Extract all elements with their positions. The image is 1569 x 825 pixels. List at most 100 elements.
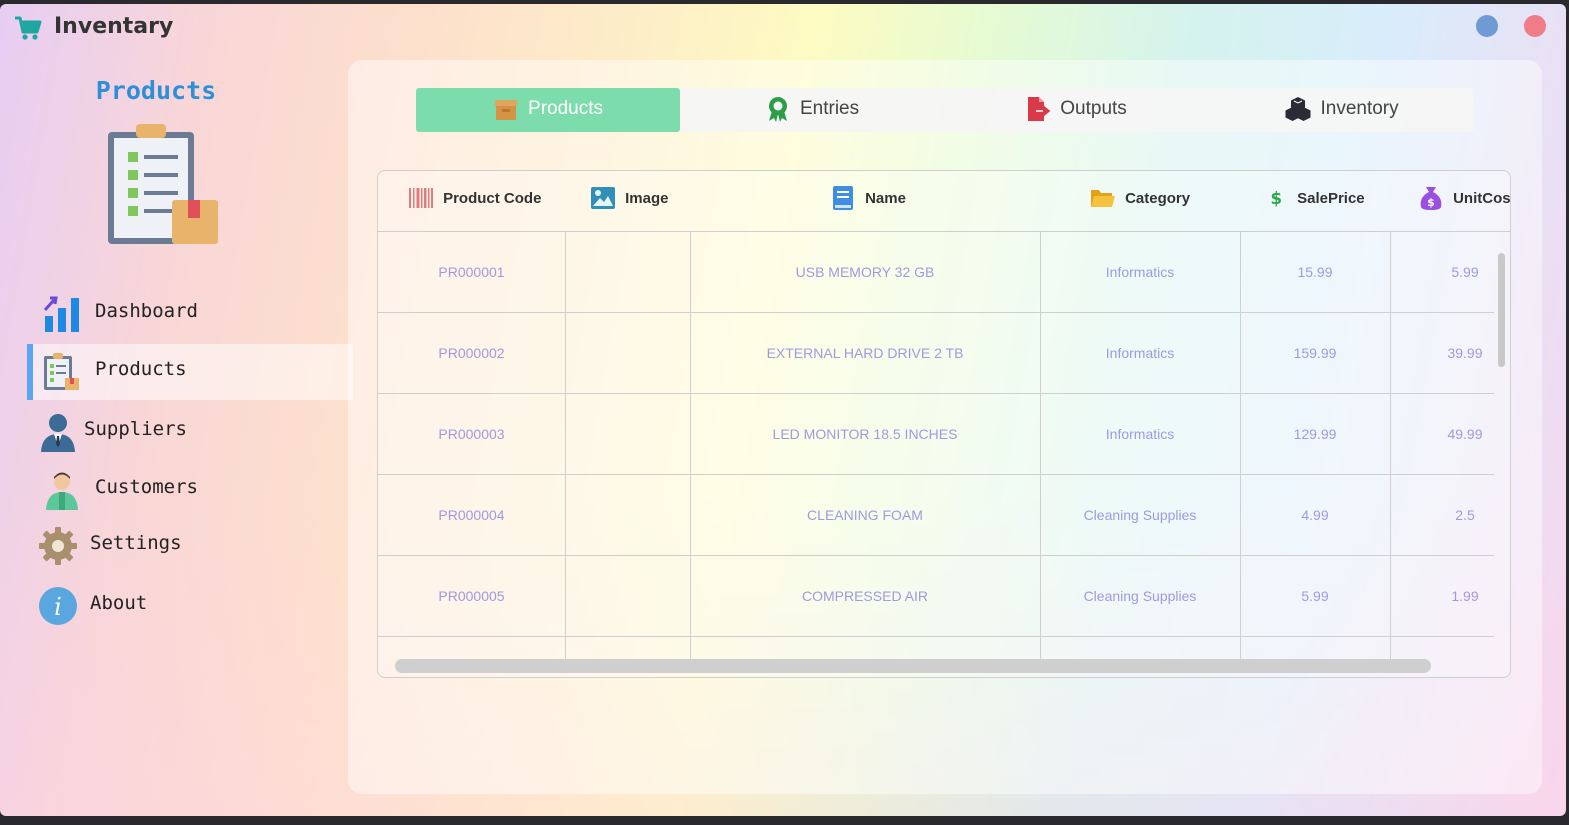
cell-product-code: PR000004: [438, 507, 505, 523]
tab-products[interactable]: Products: [416, 88, 680, 132]
cell-unit-cost: 49.99: [1447, 426, 1483, 442]
sidebar-item-label: Products: [95, 358, 187, 380]
cell-name: CLEANING FOAM: [807, 507, 923, 523]
clipboard-icon: [44, 353, 79, 390]
sidebar-item-products[interactable]: Products: [27, 344, 353, 400]
cell-unit-cost: 2.5: [1455, 507, 1475, 523]
money-bag-icon: $: [1420, 187, 1442, 210]
tab-entries[interactable]: Entries: [680, 88, 944, 132]
column-header-label: Category: [1125, 189, 1191, 207]
cell-product-code: PR000002: [438, 345, 505, 361]
products-table: Product Code Image Name Category $ SaleP…: [377, 170, 1511, 678]
cell-image: [565, 556, 690, 636]
gear-icon: [39, 527, 77, 565]
sidebar-item-settings[interactable]: Settings: [28, 518, 348, 574]
tab-inventory[interactable]: Inventory: [1210, 88, 1474, 132]
column-divider: [565, 232, 566, 662]
sidebar-item-label: Customers: [95, 476, 198, 498]
column-header-saleprice[interactable]: $ SalePrice: [1270, 185, 1365, 217]
column-header-unitcost[interactable]: $ UnitCost: [1418, 185, 1511, 217]
cell-product-code: PR000003: [438, 426, 505, 442]
customer-icon: [46, 472, 78, 510]
barcode-icon: [409, 188, 433, 208]
cell-image: [565, 313, 690, 393]
tab-outputs[interactable]: Outputs: [944, 88, 1208, 132]
cell-image: [565, 475, 690, 555]
column-divider: [1390, 232, 1391, 662]
table-row[interactable]: PR000003 LED MONITOR 18.5 INCHES Informa…: [378, 394, 1494, 475]
cell-category: Informatics: [1105, 345, 1175, 361]
column-header-category[interactable]: Category: [1090, 185, 1190, 217]
cell-name: LED MONITOR 18.5 INCHES: [772, 426, 958, 442]
tab-bar: Products Entries Outputs Inventory: [416, 88, 1474, 132]
folder-icon: [1091, 190, 1115, 207]
column-header-label: SalePrice: [1297, 189, 1365, 207]
sidebar-item-label: Settings: [90, 532, 182, 554]
table-body: PR000001 USB MEMORY 32 GB Informatics 15…: [378, 232, 1494, 662]
column-header-label: Name: [865, 189, 906, 207]
shopping-cart-icon: [15, 16, 42, 40]
clipboard-illustration-icon: [108, 124, 218, 244]
minimize-button[interactable]: [1476, 15, 1498, 37]
app-window: Inventary Products Dashboard Products Su…: [0, 4, 1566, 816]
horizontal-scrollbar[interactable]: [395, 659, 1431, 673]
dollar-icon: $: [1270, 189, 1282, 208]
sidebar-item-suppliers[interactable]: Suppliers: [28, 404, 348, 460]
cell-product-code: PR000001: [438, 264, 505, 280]
award-icon: [768, 97, 787, 122]
chart-icon: [43, 296, 79, 332]
table-row[interactable]: PR000004 CLEANING FOAM Cleaning Supplies…: [378, 475, 1494, 556]
table-header: Product Code Image Name Category $ SaleP…: [378, 171, 1510, 232]
cell-category: Informatics: [1105, 264, 1175, 280]
cell-image: [565, 232, 690, 312]
cell-name: EXTERNAL HARD DRIVE 2 TB: [766, 345, 964, 361]
column-header-label: Product Code: [443, 189, 542, 207]
cell-sale-price: 4.99: [1301, 507, 1329, 523]
info-icon: i: [39, 587, 77, 625]
app-title: Inventary: [54, 14, 174, 39]
cell-unit-cost: 5.99: [1451, 264, 1479, 280]
tab-label: Outputs: [1060, 98, 1127, 119]
image-icon: [591, 187, 615, 209]
vertical-scrollbar[interactable]: [1498, 253, 1505, 367]
column-divider: [1040, 232, 1041, 662]
close-button[interactable]: [1524, 15, 1546, 37]
cell-sale-price: 159.99: [1293, 345, 1337, 361]
cell-image: [565, 394, 690, 474]
cell-name: COMPRESSED AIR: [801, 588, 929, 604]
sidebar-item-about[interactable]: i About: [28, 578, 348, 634]
cell-unit-cost: 39.99: [1447, 345, 1483, 361]
cell-sale-price: 5.99: [1301, 588, 1329, 604]
sidebar-item-dashboard[interactable]: Dashboard: [28, 286, 348, 342]
cell-product-code: PR000005: [438, 588, 505, 604]
svg-text:$: $: [1427, 196, 1435, 209]
cell-sale-price: 129.99: [1293, 426, 1337, 442]
tab-label: Products: [528, 98, 604, 119]
businessman-icon: [41, 414, 75, 452]
title-bar: Inventary: [0, 4, 1566, 50]
cell-name: USB MEMORY 32 GB: [795, 264, 935, 280]
tab-label: Inventory: [1320, 98, 1399, 119]
column-divider: [1240, 232, 1241, 662]
main-panel: Products Entries Outputs Inventory Produ…: [348, 60, 1542, 794]
column-header-name[interactable]: Name: [830, 185, 906, 217]
cubes-icon: [1285, 97, 1311, 121]
svg-text:$: $: [1270, 189, 1282, 208]
column-header-product-code[interactable]: Product Code: [408, 185, 541, 217]
sidebar-item-customers[interactable]: Customers: [28, 462, 348, 518]
svg-text:i: i: [54, 593, 62, 621]
table-row[interactable]: PR000005 COMPRESSED AIR Cleaning Supplie…: [378, 556, 1494, 637]
table-row[interactable]: PR000001 USB MEMORY 32 GB Informatics 15…: [378, 232, 1494, 313]
file-export-icon: [1028, 97, 1051, 121]
column-header-image[interactable]: Image: [590, 185, 668, 217]
sidebar-item-label: Dashboard: [95, 300, 198, 322]
table-row[interactable]: PR000002 EXTERNAL HARD DRIVE 2 TB Inform…: [378, 313, 1494, 394]
column-header-label: UnitCost: [1453, 189, 1511, 207]
cell-unit-cost: 1.99: [1451, 588, 1479, 604]
book-icon: [833, 186, 853, 210]
tab-label: Entries: [799, 98, 860, 119]
cell-category: Informatics: [1105, 426, 1175, 442]
column-divider: [690, 232, 691, 662]
cell-sale-price: 15.99: [1297, 264, 1333, 280]
box-icon: [494, 100, 517, 120]
